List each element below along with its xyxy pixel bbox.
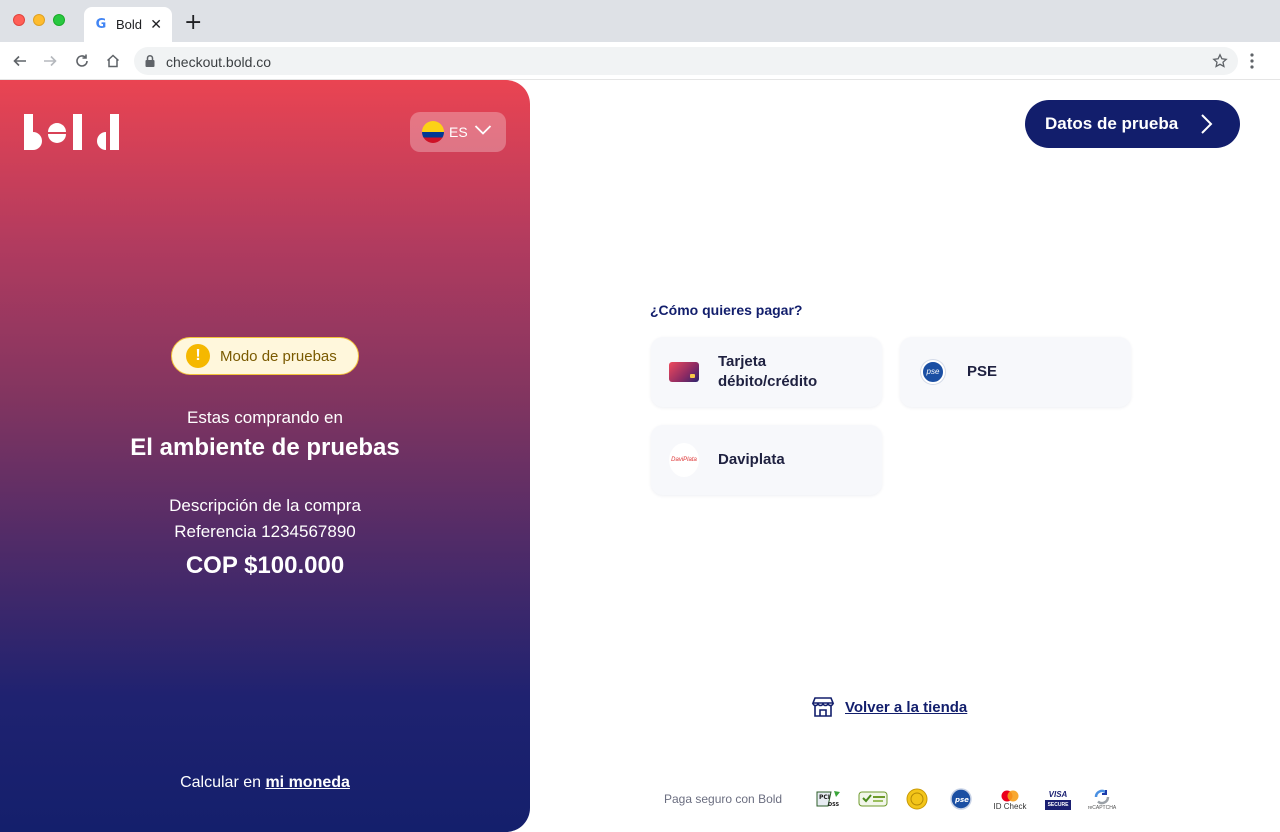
back-button[interactable] xyxy=(10,51,30,71)
url-text: checkout.bold.co xyxy=(166,54,272,70)
test-mode-label: Modo de pruebas xyxy=(220,347,337,365)
visa-secure-badge: VISA SECURE xyxy=(1044,786,1072,814)
card-icon xyxy=(669,362,699,382)
warning-icon: ! xyxy=(186,344,210,368)
home-button[interactable] xyxy=(103,51,123,71)
reload-button[interactable] xyxy=(72,51,92,71)
back-to-store-link[interactable]: Volver a la tienda xyxy=(811,696,967,718)
mastercard-id-check-badge: ID Check xyxy=(990,786,1030,814)
home-icon xyxy=(106,54,120,68)
window-close-button[interactable] xyxy=(13,14,25,26)
svg-text:DSS: DSS xyxy=(828,802,840,808)
svg-text:PCI: PCI xyxy=(819,794,830,801)
lock-icon xyxy=(145,54,155,67)
seal-icon xyxy=(906,788,928,810)
bold-logo: bold xyxy=(24,114,119,150)
purchase-reference: Referencia 1234567890 xyxy=(174,522,356,541)
visa-secure-label: SECURE xyxy=(1044,800,1072,810)
secure-payment-label: Paga seguro con Bold xyxy=(664,792,783,806)
language-code: ES xyxy=(449,124,468,140)
purchase-amount: COP $100.000 xyxy=(185,552,345,579)
address-bar[interactable]: checkout.bold.co xyxy=(134,47,1238,75)
daviplata-icon-wrapper: DaviPlata xyxy=(669,443,699,477)
payment-method-label: PSE xyxy=(967,363,998,380)
bookmark-star-icon[interactable] xyxy=(1212,53,1228,69)
back-to-store-label: Volver a la tienda xyxy=(845,698,968,716)
test-mode-badge: ! Modo de pruebas xyxy=(171,337,359,375)
browser-tab[interactable]: G Bold ✕ xyxy=(84,7,172,42)
chevron-right-icon xyxy=(1201,114,1213,134)
recaptcha-icon xyxy=(1094,789,1110,805)
new-tab-button[interactable]: + xyxy=(184,12,202,34)
card-label-line2: débito/crédito xyxy=(718,373,818,390)
shield-check-icon xyxy=(858,791,888,807)
reload-icon xyxy=(76,54,88,67)
window-maximize-button[interactable] xyxy=(53,14,65,26)
pci-dss-badge: PCI DSS xyxy=(815,787,843,811)
svg-text:pse: pse xyxy=(954,796,969,804)
window-minimize-button[interactable] xyxy=(33,14,45,26)
currency-calculator: Calcular en mi moneda xyxy=(0,774,530,792)
payment-method-label: Daviplata xyxy=(718,451,785,468)
chevron-down-icon xyxy=(474,125,492,135)
id-check-label: ID Check xyxy=(993,801,1027,811)
browser-menu-icon[interactable] xyxy=(1250,53,1254,69)
store-name: El ambiente de pruebas xyxy=(130,434,400,461)
arrow-right-icon xyxy=(44,55,57,67)
payment-question: ¿Cómo quieres pagar? xyxy=(650,302,803,318)
my-currency-link[interactable]: mi moneda xyxy=(265,774,349,791)
test-data-button[interactable]: Datos de prueba xyxy=(1025,100,1240,148)
pse-icon-wrapper: pse xyxy=(918,358,948,386)
forward-button[interactable] xyxy=(40,51,60,71)
arrow-left-icon xyxy=(13,55,26,67)
pse-icon: pse xyxy=(921,360,945,384)
test-data-label: Datos de prueba xyxy=(1045,114,1179,133)
recaptcha-label: reCAPTCHA xyxy=(1087,805,1117,811)
card-icon-wrapper xyxy=(669,358,699,386)
purchase-description: Descripción de la compra xyxy=(169,496,361,515)
verified-badge xyxy=(858,787,888,811)
visa-label: VISA xyxy=(1048,790,1068,799)
payment-method-daviplata[interactable]: DaviPlata Daviplata xyxy=(651,425,882,495)
payment-method-label: Tarjeta débito/crédito xyxy=(718,352,817,392)
daviplata-icon: DaviPlata xyxy=(669,443,699,477)
gold-seal-badge xyxy=(906,787,928,811)
tab-close-icon[interactable]: ✕ xyxy=(150,18,162,32)
payment-method-pse[interactable]: pse PSE xyxy=(900,337,1131,407)
mastercard-icon xyxy=(1001,790,1019,801)
browser-toolbar: checkout.bold.co xyxy=(0,42,1280,80)
buying-in-label: Estas comprando en xyxy=(187,408,343,427)
store-icon xyxy=(811,697,835,717)
pci-dss-icon: PCI DSS xyxy=(816,791,840,808)
calc-prefix: Calcular en xyxy=(180,774,266,791)
recaptcha-badge: reCAPTCHA xyxy=(1087,786,1117,814)
card-label-line1: Tarjeta xyxy=(718,353,767,370)
order-summary-panel: bold ES ! Modo de pruebas Estas comprand… xyxy=(0,80,530,832)
language-selector[interactable]: ES xyxy=(410,112,506,152)
payment-method-card[interactable]: Tarjeta débito/crédito xyxy=(651,337,882,407)
browser-tab-bar: G Bold ✕ + xyxy=(0,0,1280,42)
pse-logo-icon: pse xyxy=(950,788,972,810)
colombia-flag-icon xyxy=(422,121,444,143)
pse-badge: pse xyxy=(950,787,972,811)
google-favicon-icon: G xyxy=(95,16,107,32)
tab-title: Bold xyxy=(116,17,143,32)
